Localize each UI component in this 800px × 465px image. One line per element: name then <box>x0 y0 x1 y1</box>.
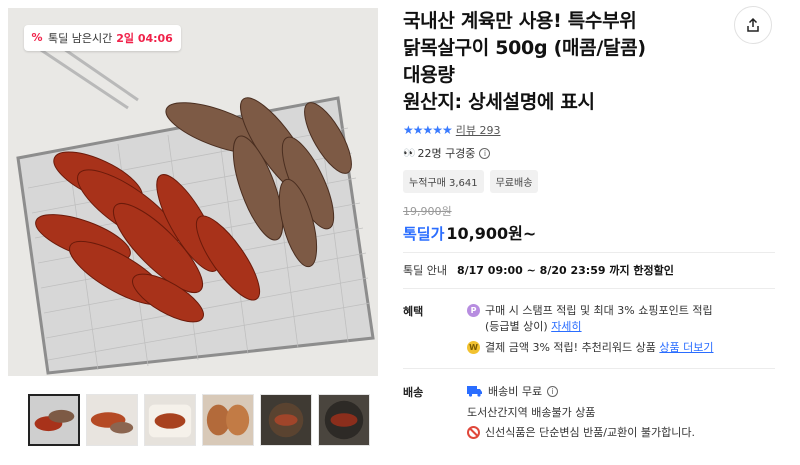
price-label: 톡딜가 <box>403 225 445 243</box>
thumbnail-6[interactable] <box>318 394 370 446</box>
shipping-fee-row: 배송비 무료 i <box>467 383 559 399</box>
divider <box>403 252 775 253</box>
info-icon[interactable]: i <box>479 147 491 159</box>
shipping-area-row: 도서산간지역 배송불가 상품 <box>467 404 595 420</box>
shipping-fee: 배송비 무료 <box>488 385 543 398</box>
won-icon: W <box>467 341 480 354</box>
shipping-label: 배송 <box>403 386 424 399</box>
thumbnail-4[interactable] <box>202 394 254 446</box>
timer-countdown: 2일 04:06 <box>116 32 173 45</box>
divider <box>403 288 775 289</box>
timer-badge: % 톡딜 남은시간 2일 04:06 <box>24 25 181 51</box>
deal-period: 8/17 09:00 ~ 8/20 23:59 까지 한정할인 <box>456 264 674 277</box>
product-main-image[interactable]: % 톡딜 남은시간 2일 04:06 <box>8 8 378 376</box>
more-products-link[interactable]: 상품 더보기 <box>659 341 713 354</box>
benefit-stamp-text: 구매 시 스탬프 적립 및 최대 3% 쇼핑포인트 적립 <box>485 304 713 317</box>
thumbnail-strip <box>28 394 370 446</box>
viewers-count: 22명 구경중 <box>417 147 476 160</box>
eyes-icon: 👀 <box>403 147 416 159</box>
rating-stars: ★★★★★ <box>403 123 453 137</box>
share-button[interactable] <box>734 6 772 44</box>
tag-cumulative-purchases: 누적구매 3,641 <box>403 170 484 193</box>
benefits-label: 혜택 <box>403 305 424 318</box>
title-line: 대용량 <box>403 64 455 86</box>
title-line: 닭목살구이 500g (매콤/달콤) <box>403 37 646 59</box>
title-line: 원산지: 상세설명에 표시 <box>403 91 595 113</box>
deal-info-row: 톡딜 안내 8/17 09:00 ~ 8/20 23:59 까지 한정할인 <box>403 262 674 278</box>
shipping-notice-row: 신선식품은 단순변심 반품/교환이 불가합니다. <box>467 424 695 440</box>
info-icon[interactable]: i <box>547 385 559 397</box>
tag-free-shipping: 무료배송 <box>489 170 539 193</box>
share-icon <box>747 17 759 32</box>
benefit-stamp: P 구매 시 스탬프 적립 및 최대 3% 쇼핑포인트 적립 (등급별 상이) … <box>467 303 713 335</box>
thumbnail-3[interactable] <box>144 394 196 446</box>
benefit-detail-link[interactable]: 자세히 <box>551 320 581 333</box>
chicken-photo <box>8 8 378 376</box>
price-value: 10,900원~ <box>446 224 537 243</box>
rating-row: ★★★★★ 리뷰 293 <box>403 122 501 138</box>
original-price: 19,900원 <box>403 205 452 218</box>
thumbnail-1[interactable] <box>28 394 80 446</box>
divider <box>403 368 775 369</box>
percent-icon: % <box>30 31 44 45</box>
point-icon: P <box>467 304 480 317</box>
thumbnail-5[interactable] <box>260 394 312 446</box>
tag-list: 누적구매 3,641 무료배송 <box>403 170 539 193</box>
viewers-row: 👀 22명 구경중 i <box>403 145 491 161</box>
product-title: 국내산 계육만 사용! 특수부위 닭목살구이 500g (매콤/달콤) 대용량 … <box>403 8 733 116</box>
timer-label: 톡딜 남은시간 <box>48 32 113 45</box>
deal-info-label: 톡딜 안내 <box>403 264 447 277</box>
prohibited-icon <box>467 425 480 439</box>
price-row: 톡딜가 10,900원~ <box>403 220 536 244</box>
review-link[interactable]: 리뷰 293 <box>456 122 501 138</box>
benefit-stamp-note: (등급별 상이) <box>485 320 548 333</box>
thumbnail-2[interactable] <box>86 394 138 446</box>
benefit-reward-text: 결제 금액 3% 적립! 추천리워드 상품 <box>485 341 656 354</box>
benefit-reward: W 결제 금액 3% 적립! 추천리워드 상품 상품 더보기 <box>467 340 714 356</box>
title-line: 국내산 계육만 사용! 특수부위 <box>403 10 637 32</box>
truck-icon <box>467 386 482 397</box>
shipping-notice: 신선식품은 단순변심 반품/교환이 불가합니다. <box>485 426 695 439</box>
shipping-area-note: 도서산간지역 배송불가 상품 <box>467 406 596 419</box>
